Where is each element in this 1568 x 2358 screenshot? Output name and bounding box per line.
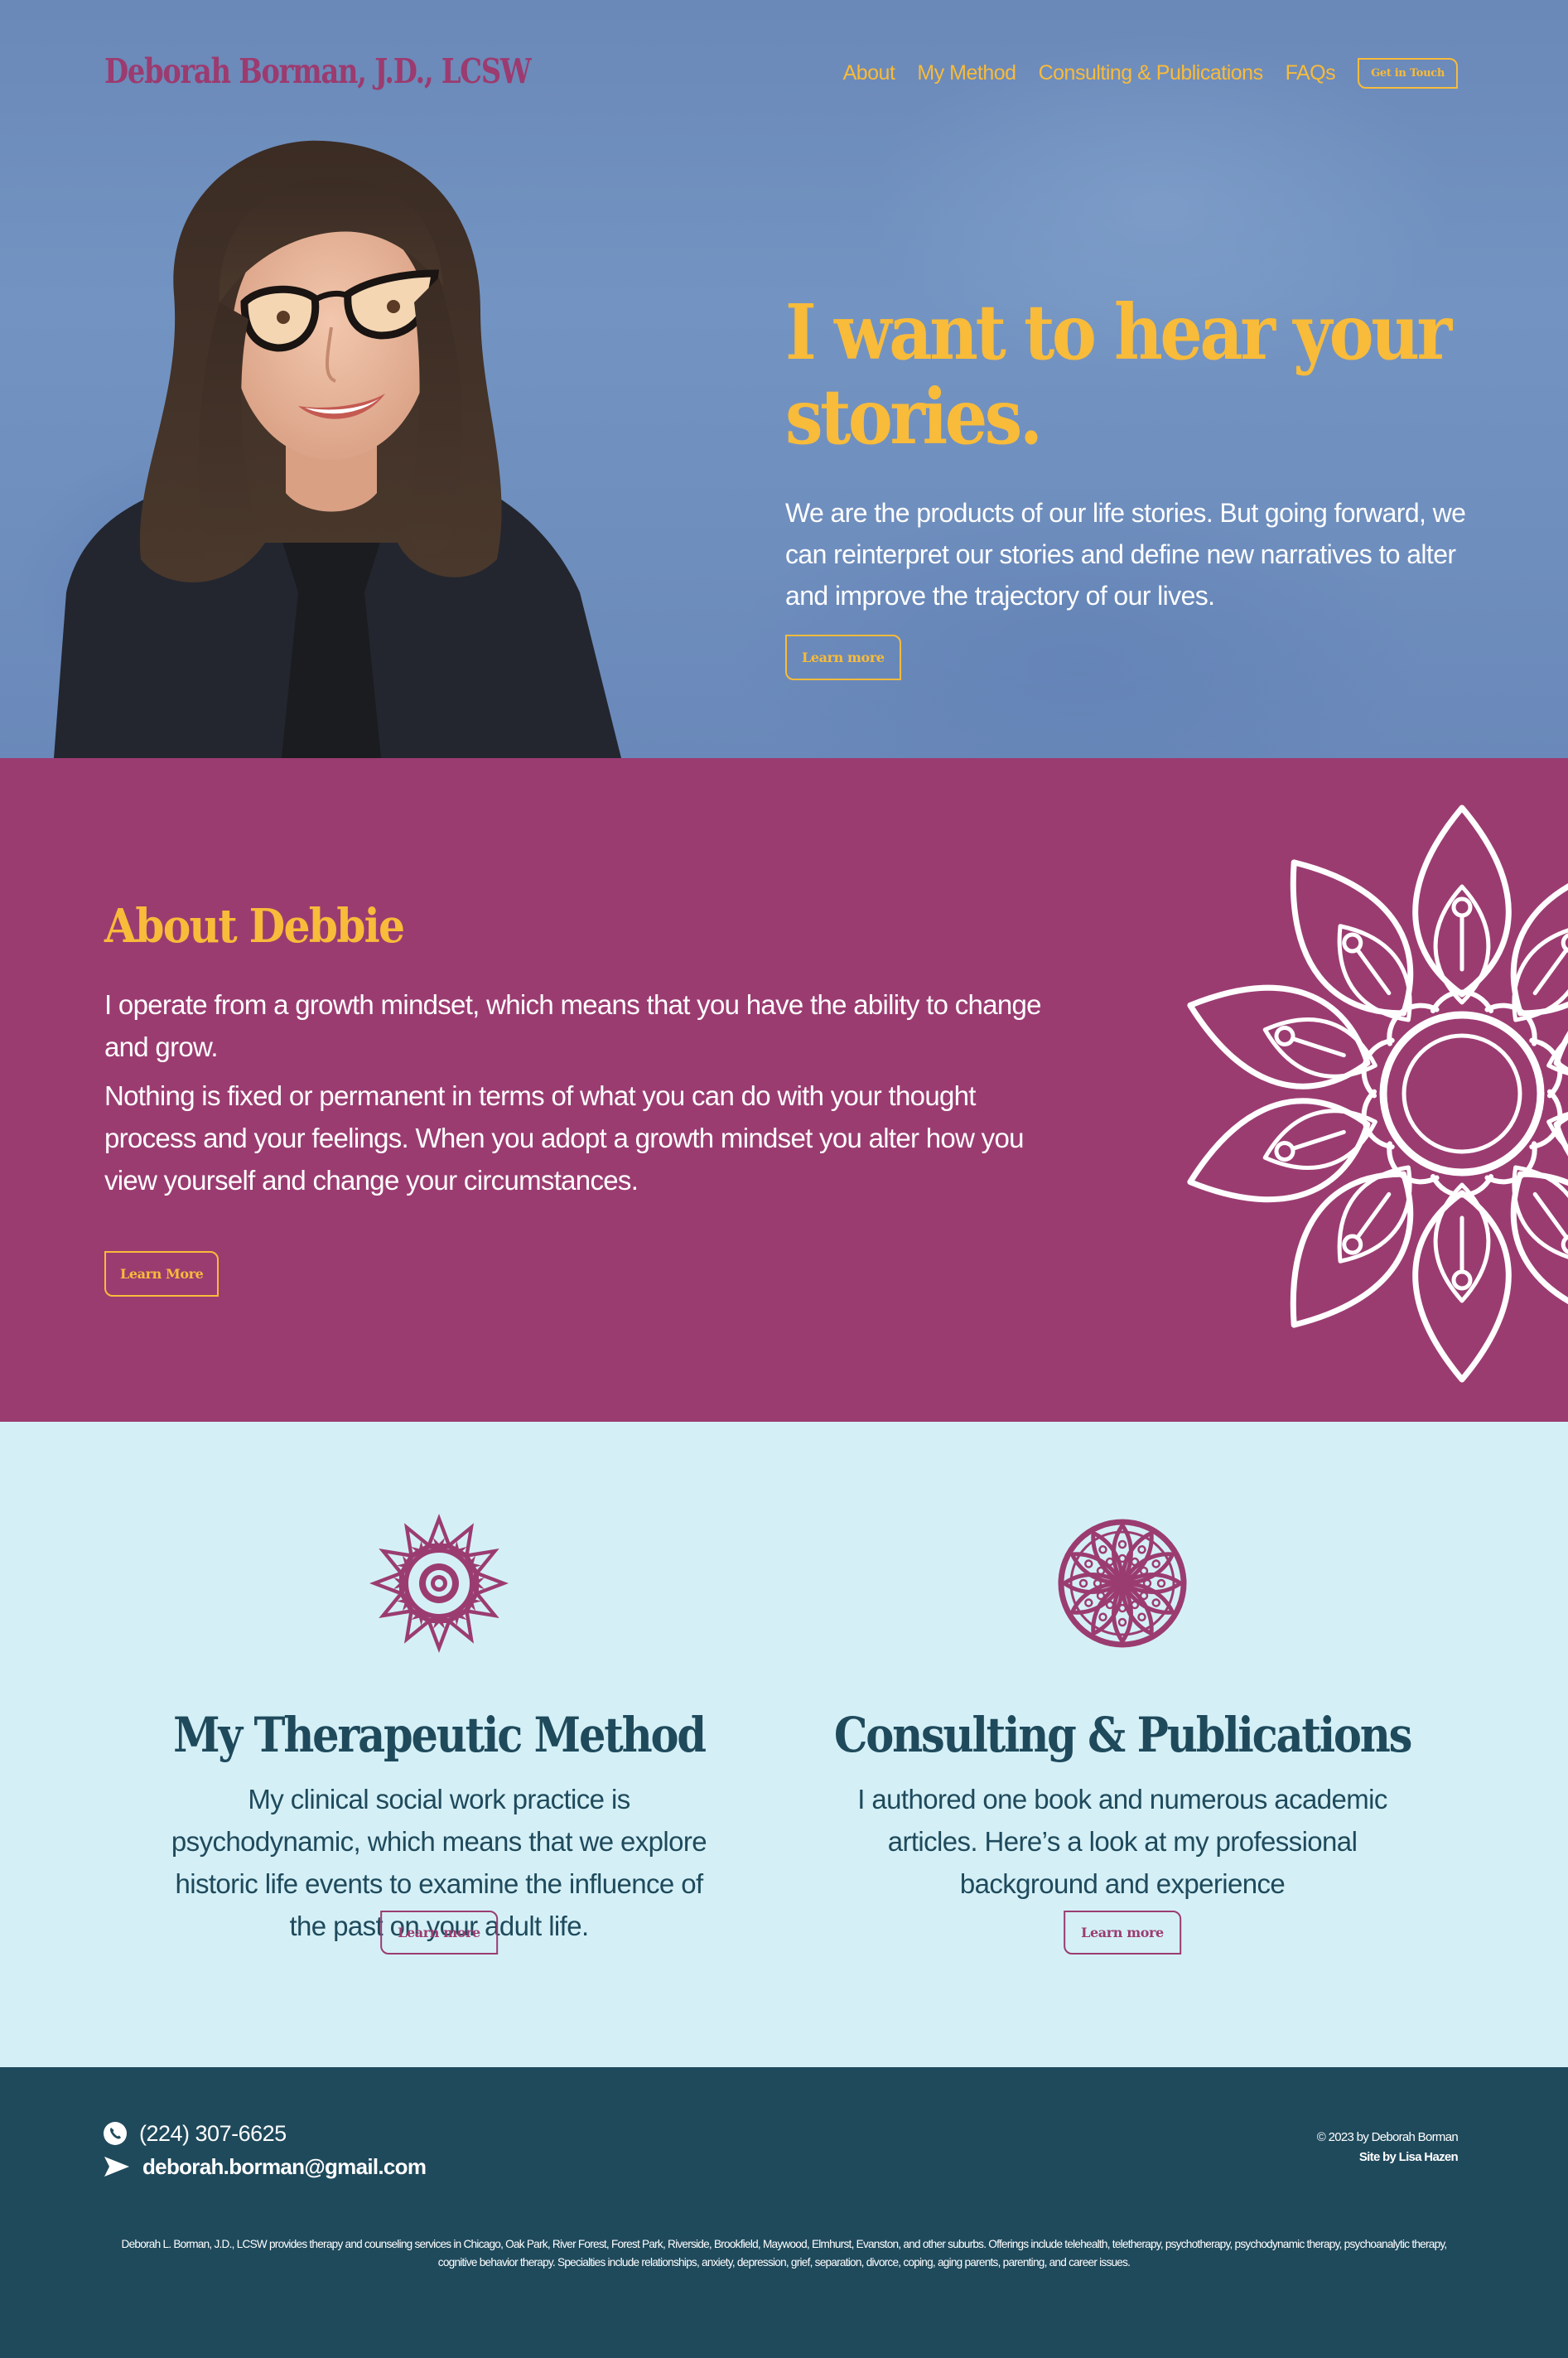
hero-copy: I want to hear your stories. We are the … [785,290,1473,680]
main-nav: About My Method Consulting & Publication… [843,58,1458,89]
about-heading: About Debbie [104,899,405,954]
mandala-icon [1187,805,1568,1383]
copyright-text: © 2023 by Deborah Borman [1316,2130,1459,2144]
circle-mandala-icon [1058,1519,1187,1648]
service-heading: Consulting & Publications [833,1707,1413,1763]
footer: (224) 307-6625 deborah.borman@gmail.com … [0,2067,1568,2358]
service-heading: My Therapeutic Method [173,1707,707,1763]
email-row: deborah.borman@gmail.com [103,2150,427,2183]
nav-faqs[interactable]: FAQs [1286,61,1336,85]
hero-learn-more-button[interactable]: Learn more [785,635,901,680]
phone-row: (224) 307-6625 [103,2117,426,2150]
nav-about[interactable]: About [843,61,895,85]
email-link[interactable]: deborah.borman@gmail.com [142,2154,427,2180]
nav-consulting-publications[interactable]: Consulting & Publications [1039,61,1264,85]
about-paragraph: Nothing is fixed or permanent in terms o… [104,1080,1024,1196]
copyright-block: © 2023 by Deborah Borman Site by Lisa Ha… [1316,2128,1459,2167]
nav-my-method[interactable]: My Method [917,61,1016,85]
hero-text: We are the products of our life stories.… [785,498,1466,611]
get-in-touch-button[interactable]: Get in Touch [1358,58,1458,89]
site-logo[interactable]: Deborah Borman, J.D., LCSW [104,51,532,91]
phone-icon [104,2122,127,2145]
send-icon [104,2157,129,2177]
services-section: My Therapeutic Method My clinical social… [0,1422,1568,2067]
portrait-photo [54,140,621,758]
about-paragraph: I operate from a growth mindset, which m… [104,989,1042,1062]
phone-link[interactable]: (224) 307-6625 [139,2121,287,2147]
method-learn-more-button[interactable]: Learn more [380,1911,498,1955]
about-learn-more-button[interactable]: Learn More [104,1251,220,1297]
hero-title: I want to hear your stories. [785,288,1452,461]
service-text: I authored one book and numerous academi… [857,1784,1387,1899]
site-credit-link[interactable]: Site by Lisa Hazen [1359,2150,1459,2164]
hero-section: Deborah Borman, J.D., LCSW About My Meth… [0,0,1568,758]
consulting-learn-more-button[interactable]: Learn more [1064,1911,1181,1955]
lotus-mandala-icon [369,1514,509,1653]
seo-description: Deborah L. Borman, J.D., LCSW provides t… [121,2238,1448,2269]
service-card-method: My Therapeutic Method My clinical social… [108,1422,770,1955]
contact-info: (224) 307-6625 deborah.borman@gmail.com [103,2117,427,2183]
about-section: About Debbie I operate from a growth min… [0,758,1568,1422]
service-card-consulting: Consulting & Publications I authored one… [791,1422,1454,1955]
about-content: About Debbie I operate from a growth min… [104,899,1065,1297]
